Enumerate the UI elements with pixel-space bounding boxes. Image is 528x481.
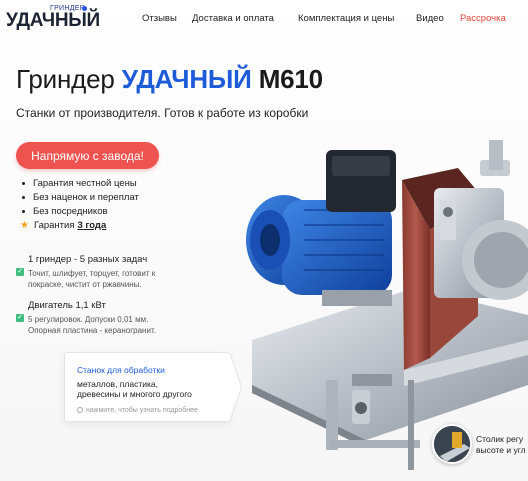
bullet-dot-icon <box>22 209 25 213</box>
feature-description: Точит, шлифует, торцует, готовит к покра… <box>28 269 156 289</box>
check-icon: ✓ <box>16 268 24 276</box>
top-nav-bar: ГРИНДЕР УДАЧНЫЙ Отзывы Доставка и оплата… <box>0 0 528 38</box>
list-item: Без наценок и переплат <box>22 190 139 204</box>
logo-title: УДАЧНЫЙ <box>6 10 100 31</box>
site-logo[interactable]: ГРИНДЕР УДАЧНЫЙ <box>6 5 100 33</box>
guarantee-link[interactable]: 3 года <box>77 220 106 231</box>
feature-description: 5 регулировок. Допуски 0,01 мм. Опорная … <box>28 315 156 335</box>
guarantee-item: ★ Гарантия 3 года <box>20 219 107 231</box>
bullet-dot-icon <box>22 181 25 185</box>
page-subtitle: Станки от производителя. Готов к работе … <box>16 106 309 120</box>
benefits-list: Гарантия честной цены Без наценок и пере… <box>20 176 139 232</box>
star-icon: ★ <box>20 219 29 231</box>
nav-link-kit-prices[interactable]: Комплектация и цены <box>298 13 394 24</box>
list-item: Гарантия честной цены <box>22 176 139 190</box>
title-model: М610 <box>258 64 323 94</box>
table-adjust-thumbnail[interactable] <box>432 424 472 464</box>
feature-title: Двигатель 1,1 кВт <box>28 300 106 311</box>
list-item: Без посредников <box>22 204 139 218</box>
factory-direct-button[interactable]: Напрямую с завода! <box>16 142 159 169</box>
callout-description: металлов, пластика, древесины и многого … <box>77 379 192 399</box>
pointer-icon <box>77 407 83 414</box>
check-icon: ✓ <box>16 314 24 322</box>
nav-link-reviews[interactable]: Отзывы <box>142 13 177 24</box>
nav-link-installment[interactable]: Рассрочка <box>460 13 506 24</box>
nav-link-delivery[interactable]: Доставка и оплата <box>192 13 274 24</box>
callout-title: Станок для обработки <box>77 365 165 375</box>
grinder-product-image <box>246 140 528 470</box>
table-adjust-caption: Столик регу высоте и угл <box>476 434 526 455</box>
feature-title: 1 гриндер - 5 разных задач <box>28 254 148 265</box>
bullet-dot-icon <box>22 195 25 199</box>
info-callout-card[interactable]: Станок для обработки металлов, пластика,… <box>64 352 230 422</box>
callout-hint: нажмите, чтобы узнать подробнее <box>77 407 198 414</box>
title-prefix: Гриндер <box>16 64 115 94</box>
title-brand: УДАЧНЫЙ <box>121 64 252 94</box>
page-title: Гриндер УДАЧНЫЙ М610 <box>16 64 323 95</box>
nav-link-video[interactable]: Видео <box>416 13 444 24</box>
